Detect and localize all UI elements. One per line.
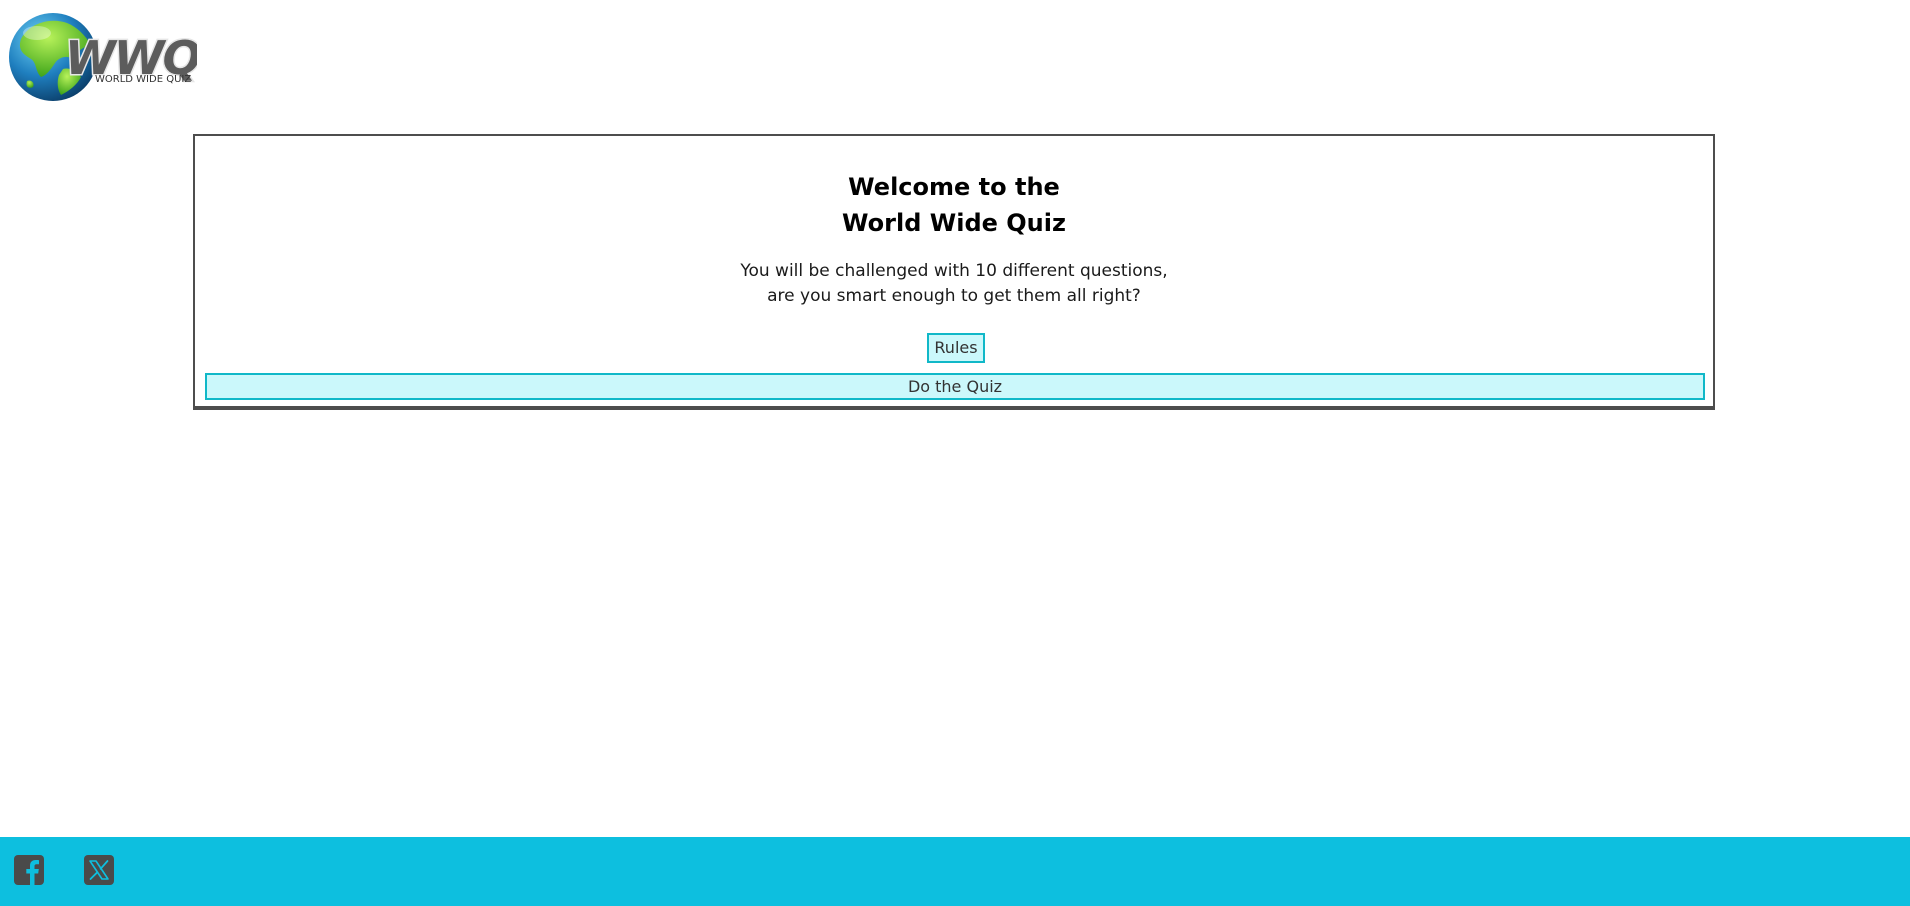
welcome-description-line-1: You will be challenged with 10 different… [740, 261, 1168, 281]
x-twitter-link[interactable] [83, 854, 115, 886]
x-icon [84, 855, 114, 885]
welcome-description: You will be challenged with 10 different… [195, 259, 1713, 309]
rules-button[interactable]: Rules [927, 333, 985, 363]
facebook-icon [14, 855, 44, 885]
svg-text:WORLD WIDE QUIZ: WORLD WIDE QUIZ [95, 74, 191, 85]
facebook-link[interactable] [13, 854, 45, 886]
welcome-card: Welcome to the World Wide Quiz You will … [193, 134, 1715, 410]
welcome-title-line-1: Welcome to the [848, 173, 1060, 201]
welcome-title-line-2: World Wide Quiz [842, 209, 1066, 237]
footer [0, 837, 1910, 906]
do-the-quiz-button[interactable]: Do the Quiz [205, 373, 1705, 400]
site-logo[interactable]: WWQ WORLD WIDE QUIZ [7, 11, 197, 103]
welcome-description-line-2: are you smart enough to get them all rig… [767, 286, 1141, 306]
globe-logo-icon: WWQ WORLD WIDE QUIZ [9, 13, 197, 101]
welcome-title: Welcome to the World Wide Quiz [195, 169, 1713, 241]
